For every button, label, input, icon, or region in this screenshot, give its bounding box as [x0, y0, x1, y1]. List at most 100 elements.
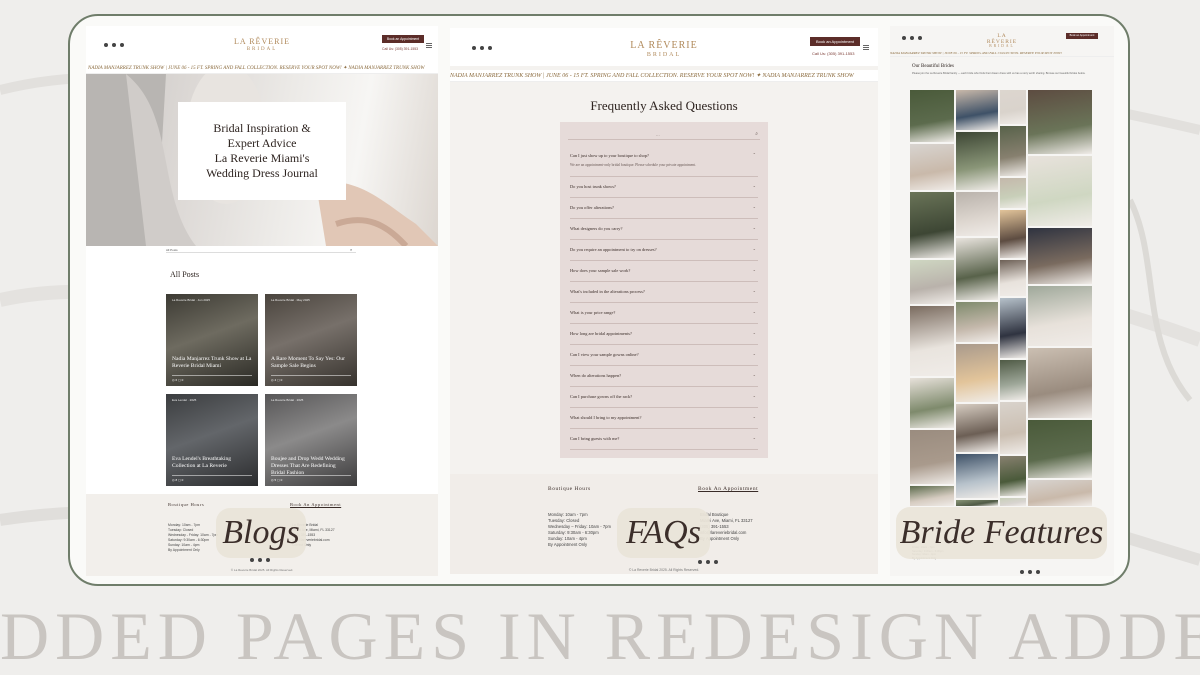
chevron-down-icon[interactable]: ⌄	[753, 414, 756, 419]
faq-question[interactable]: Can I purchase gowns off the rack?	[570, 394, 632, 399]
bride-photo[interactable]	[1028, 480, 1092, 506]
bride-photo[interactable]	[956, 132, 998, 190]
book-appointment-button[interactable]: Book an Appointment	[1066, 33, 1098, 39]
bride-photo[interactable]	[910, 306, 954, 376]
faq-item[interactable]: What designers do you carry? ⌄	[570, 219, 758, 240]
faq-item[interactable]: Do you offer alterations? ⌄	[570, 198, 758, 219]
bride-photo[interactable]	[1000, 402, 1026, 454]
pinterest-icon[interactable]	[266, 558, 270, 562]
bride-photo[interactable]	[956, 500, 998, 506]
blog-post-card[interactable]: La Reverie Bridal · Jun 2025 Nadia Manja…	[166, 294, 258, 386]
menu-icon[interactable]	[426, 43, 432, 48]
blog-post-card[interactable]: Eva Lendel · 2025 Eva Lendel's Breathtak…	[166, 394, 258, 486]
faq-item[interactable]: What is your price range? ⌄	[570, 303, 758, 324]
bride-photo[interactable]	[1000, 210, 1026, 258]
faq-item[interactable]: Can I bring guests with me? ⌄	[570, 429, 758, 450]
post-title[interactable]: A Rare Moment To Say Yes: Our Sample Sal…	[271, 356, 351, 370]
bride-photo[interactable]	[956, 404, 998, 452]
facebook-icon[interactable]	[698, 560, 702, 564]
site-logo[interactable]: LA RÊVERIE BRIDAL	[982, 33, 1022, 49]
post-title[interactable]: Boujee and Drop Wedd Wedding Dresses Tha…	[271, 456, 351, 477]
faq-search-input[interactable]: ... ⌕	[568, 128, 760, 140]
bride-photo[interactable]	[1028, 420, 1092, 478]
faq-item[interactable]: Do you host trunk shows? ⌄	[570, 177, 758, 198]
post-title[interactable]: Eva Lendel's Breathtaking Collection at …	[172, 456, 252, 470]
search-icon[interactable]: ⌕	[755, 131, 758, 137]
instagram-icon[interactable]	[112, 43, 116, 47]
announcement-ticker[interactable]: NADIA MANJARREZ TRUNK SHOW | JUNE 06 - 1…	[86, 64, 438, 74]
bride-photo[interactable]	[1028, 156, 1092, 226]
facebook-icon[interactable]	[902, 36, 906, 40]
faq-question[interactable]: When do alterations happen?	[570, 373, 621, 378]
faq-item[interactable]: Do you require an appointment to try on …	[570, 240, 758, 261]
chevron-down-icon[interactable]: ⌄	[753, 225, 756, 230]
faq-question[interactable]: Can I bring guests with me?	[570, 436, 619, 441]
faq-question[interactable]: Do you host trunk shows?	[570, 184, 616, 189]
faq-item[interactable]: What's included in the alterations proce…	[570, 282, 758, 303]
bride-photo[interactable]	[910, 378, 954, 428]
bride-photo[interactable]	[1000, 90, 1026, 124]
footer-book-link[interactable]: Book An Appointment	[290, 502, 341, 507]
facebook-icon[interactable]	[1020, 570, 1024, 574]
filter-label[interactable]: All Posts	[166, 248, 178, 252]
bride-photo[interactable]	[910, 430, 954, 484]
chevron-down-icon[interactable]: ⌄	[753, 435, 756, 440]
announcement-ticker[interactable]: NADIA MANJARREZ TRUNK SHOW | JUNE 06 - 1…	[890, 50, 1114, 57]
blog-post-card[interactable]: La Reverie Bridal · May 2025 A Rare Mome…	[265, 294, 357, 386]
instagram-icon[interactable]	[910, 36, 914, 40]
facebook-icon[interactable]	[104, 43, 108, 47]
post-title[interactable]: Nadia Manjarrez Trunk Show at La Reverie…	[172, 356, 252, 370]
facebook-icon[interactable]	[472, 46, 476, 50]
bride-photo[interactable]	[1000, 456, 1026, 496]
chevron-down-icon[interactable]: ⌄	[753, 246, 756, 251]
chevron-down-icon[interactable]: ⌄	[753, 309, 756, 314]
bride-photo[interactable]	[1028, 90, 1092, 154]
bride-photo[interactable]	[1000, 360, 1026, 400]
bride-photo[interactable]	[1028, 286, 1092, 346]
bride-photo[interactable]	[1000, 498, 1026, 506]
instagram-icon[interactable]	[706, 560, 710, 564]
bride-photo[interactable]	[956, 344, 998, 402]
book-appointment-button[interactable]: Book an Appointment	[810, 37, 860, 46]
chevron-down-icon[interactable]: ⌄	[753, 183, 756, 188]
chevron-down-icon[interactable]: ⌄	[753, 267, 756, 272]
footer-book-link[interactable]: Book An Appointment	[698, 486, 758, 492]
bride-photo[interactable]	[910, 144, 954, 190]
chevron-down-icon[interactable]: ⌄	[753, 288, 756, 293]
bride-photo[interactable]	[910, 90, 954, 142]
bride-photo[interactable]	[1000, 260, 1026, 296]
faq-question[interactable]: What is your price range?	[570, 310, 615, 315]
search-icon[interactable]: ⌕	[350, 247, 352, 252]
bride-photo[interactable]	[1000, 178, 1026, 208]
pinterest-icon[interactable]	[714, 560, 718, 564]
site-logo[interactable]: LA RÊVERIE BRIDAL	[624, 41, 704, 59]
announcement-ticker[interactable]: NADIA MANJARREZ TRUNK SHOW | JUNE 06 - 1…	[450, 70, 878, 82]
faq-item[interactable]: What should I bring to my appointment? ⌄	[570, 408, 758, 429]
blog-post-card[interactable]: La Reverie Bridal · 2025 Boujee and Drop…	[265, 394, 357, 486]
bride-photo[interactable]	[1028, 228, 1092, 284]
faq-item[interactable]: How long are bridal appointments? ⌄	[570, 324, 758, 345]
bride-photo[interactable]	[956, 90, 998, 130]
faq-question[interactable]: Can I view your sample gowns online?	[570, 352, 639, 357]
chevron-down-icon[interactable]: ⌄	[753, 204, 756, 209]
chevron-down-icon[interactable]: ⌄	[753, 351, 756, 356]
faq-question[interactable]: What's included in the alterations proce…	[570, 289, 645, 294]
pinterest-icon[interactable]	[1036, 570, 1040, 574]
faq-question[interactable]: How long are bridal appointments?	[570, 331, 632, 336]
instagram-icon[interactable]	[480, 46, 484, 50]
site-logo[interactable]: LA RÊVERIE BRIDAL	[232, 38, 292, 53]
chevron-up-icon[interactable]: ⌃	[753, 152, 756, 157]
call-us-link[interactable]: Call Us: (305) 391-1553	[812, 51, 854, 56]
chevron-down-icon[interactable]: ⌄	[753, 372, 756, 377]
pinterest-icon[interactable]	[488, 46, 492, 50]
bride-photo[interactable]	[956, 454, 998, 498]
pinterest-icon[interactable]	[120, 43, 124, 47]
bride-photo[interactable]	[1000, 298, 1026, 358]
faq-item[interactable]: Can I purchase gowns off the rack? ⌄	[570, 387, 758, 408]
bride-photo[interactable]	[956, 192, 998, 236]
facebook-icon[interactable]	[250, 558, 254, 562]
faq-item[interactable]: How does your sample sale work? ⌄	[570, 261, 758, 282]
faq-question[interactable]: Do you require an appointment to try on …	[570, 247, 657, 252]
faq-item[interactable]: Can I just show up to your boutique to s…	[570, 146, 758, 177]
faq-item[interactable]: When do alterations happen? ⌄	[570, 366, 758, 387]
